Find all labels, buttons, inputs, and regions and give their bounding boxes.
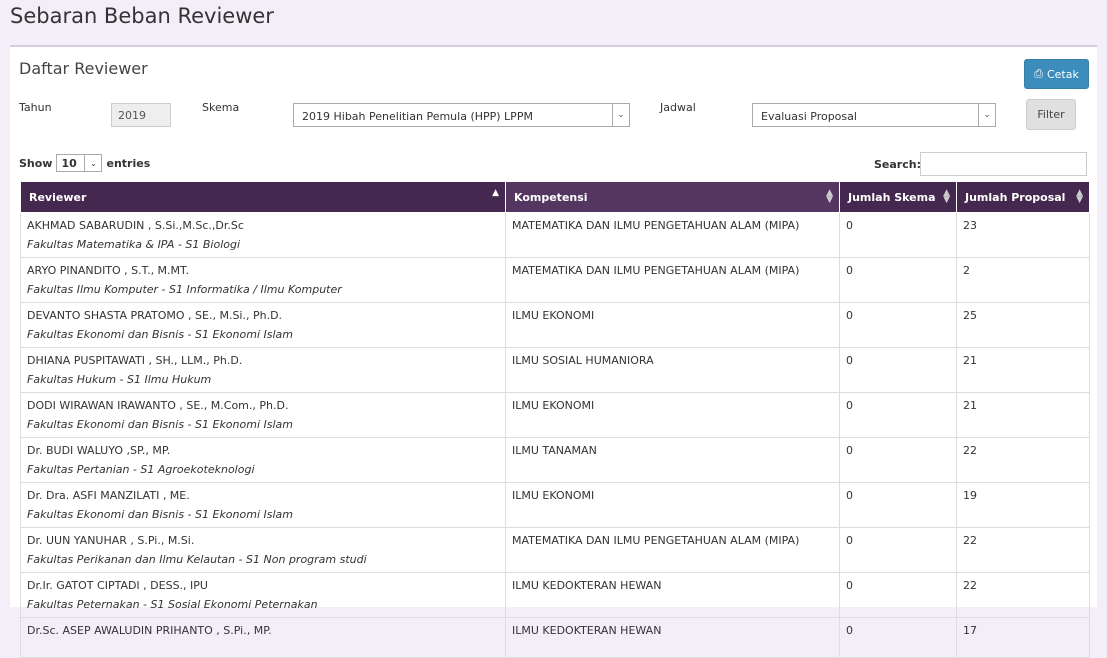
jumlah-skema-cell: 0 [839, 212, 957, 258]
jumlah-proposal-cell: 17 [956, 617, 1090, 658]
kompetensi-cell: ILMU SOSIAL HUMANIORA [505, 347, 840, 393]
reviewer-cell: AKHMAD SABARUDIN , S.Si.,M.Sc.,Dr.Sc Faku… [20, 212, 506, 258]
column-header-jumlah-skema[interactable]: Jumlah Skema ▲ ▼ [839, 181, 957, 213]
kompetensi-cell: ILMU EKONOMI [505, 392, 840, 438]
table-row: AKHMAD SABARUDIN , S.Si.,M.Sc.,Dr.Sc Faku… [20, 212, 1090, 258]
reviewer-faculty: Fakultas Ekonomi dan Bisnis - S1 Ekonomi… [27, 418, 293, 431]
search-label: Search: [874, 158, 921, 171]
sort-asc-icon: ▲ [492, 188, 499, 198]
reviewer-faculty: Fakultas Hukum - S1 Ilmu Hukum [27, 373, 212, 386]
reviewer-cell: Dr.Sc. ASEP AWALUDIN PRIHANTO , S.Pi., M… [20, 617, 506, 658]
jumlah-proposal-cell: 22 [956, 527, 1090, 573]
tahun-label: Tahun [19, 101, 52, 114]
jumlah-proposal-cell: 21 [956, 347, 1090, 393]
jadwal-label: Jadwal [660, 101, 696, 114]
reviewer-panel: Daftar Reviewer ⎙ Cetak Tahun 2019 Skema… [10, 45, 1097, 658]
table-row: Dr. UUN YANUHAR , S.Pi., M.Si. Fakultas P… [20, 527, 1090, 573]
reviewer-name: Dr. UUN YANUHAR , S.Pi., M.Si. [27, 534, 195, 547]
table-row: DODI WIRAWAN IRAWANTO , SE., M.Com., Ph.… [20, 392, 1090, 438]
jumlah-proposal-cell: 2 [956, 257, 1090, 303]
reviewer-name: Dr.Sc. ASEP AWALUDIN PRIHANTO , S.Pi., M… [27, 624, 272, 637]
reviewer-name: Dr.Ir. GATOT CIPTADI , DESS., IPU [27, 579, 208, 592]
reviewer-faculty: Fakultas Ekonomi dan Bisnis - S1 Ekonomi… [27, 328, 293, 341]
skema-label: Skema [202, 101, 240, 114]
kompetensi-cell: ILMU KEDOKTERAN HEWAN [505, 572, 840, 618]
kompetensi-cell: MATEMATIKA DAN ILMU PENGETAHUAN ALAM (MI… [505, 257, 840, 303]
kompetensi-cell: ILMU TANAMAN [505, 437, 840, 483]
jumlah-skema-cell: 0 [839, 437, 957, 483]
table-row: Dr. Dra. ASFI MANZILATI , ME. Fakultas Ek… [20, 482, 1090, 528]
table-row: ARYO PINANDITO , S.T., M.MT. Fakultas Ilm… [20, 257, 1090, 303]
table-row: DHIANA PUSPITAWATI , SH., LLM., Ph.D. Fak… [20, 347, 1090, 393]
reviewer-cell: DEVANTO SHASTA PRATOMO , SE., M.Si., Ph.… [20, 302, 506, 348]
entries-select[interactable]: 10 ⌄ [56, 154, 103, 172]
chevron-down-icon: ⌄ [978, 104, 995, 126]
jumlah-skema-cell: 0 [839, 392, 957, 438]
jumlah-proposal-cell: 25 [956, 302, 1090, 348]
column-header-kompetensi[interactable]: Kompetensi ▲ ▼ [505, 181, 840, 213]
table-row: Dr.Ir. GATOT CIPTADI , DESS., IPU Fakulta… [20, 572, 1090, 618]
kompetensi-cell: MATEMATIKA DAN ILMU PENGETAHUAN ALAM (MI… [505, 212, 840, 258]
reviewer-faculty: Fakultas Perikanan dan Ilmu Kelautan - S… [27, 553, 367, 566]
jumlah-proposal-cell: 21 [956, 392, 1090, 438]
print-button[interactable]: ⎙ Cetak [1024, 59, 1089, 89]
reviewer-name: AKHMAD SABARUDIN , S.Si.,M.Sc.,Dr.Sc [27, 219, 244, 232]
jumlah-proposal-cell: 23 [956, 212, 1090, 258]
skema-select[interactable]: 2019 Hibah Penelitian Pemula (HPP) LPPM … [293, 103, 630, 127]
kompetensi-cell: MATEMATIKA DAN ILMU PENGETAHUAN ALAM (MI… [505, 527, 840, 573]
column-header-jumlah-proposal[interactable]: Jumlah Proposal ▲ ▼ [956, 181, 1090, 213]
column-header-reviewer[interactable]: Reviewer ▲ [20, 181, 506, 213]
reviewer-table: Reviewer ▲ Kompetensi ▲ ▼ Jumlah Skema ▲ ▼ Ju… [20, 181, 1090, 658]
jumlah-skema-cell: 0 [839, 572, 957, 618]
printer-icon: ⎙ [1034, 67, 1043, 80]
kompetensi-cell: ILMU EKONOMI [505, 482, 840, 528]
jadwal-select[interactable]: Evaluasi Proposal ⌄ [752, 103, 996, 127]
reviewer-name: ARYO PINANDITO , S.T., M.MT. [27, 264, 189, 277]
reviewer-faculty: Fakultas Peternakan - S1 Sosial Ekonomi … [27, 598, 318, 611]
kompetensi-cell: ILMU EKONOMI [505, 302, 840, 348]
jumlah-proposal-cell: 19 [956, 482, 1090, 528]
jumlah-proposal-cell: 22 [956, 572, 1090, 618]
search-input[interactable] [920, 152, 1087, 176]
reviewer-cell: Dr. BUDI WALUYO ,SP., MP. Fakultas Pertan… [20, 437, 506, 483]
reviewer-name: DODI WIRAWAN IRAWANTO , SE., M.Com., Ph.… [27, 399, 289, 412]
sort-icon: ▲ ▼ [826, 188, 833, 205]
reviewer-cell: ARYO PINANDITO , S.T., M.MT. Fakultas Ilm… [20, 257, 506, 303]
reviewer-name: Dr. BUDI WALUYO ,SP., MP. [27, 444, 171, 457]
chevron-down-icon: ⌄ [84, 155, 101, 171]
reviewer-faculty: Fakultas Ilmu Komputer - S1 Informatika … [27, 283, 342, 296]
jumlah-skema-cell: 0 [839, 347, 957, 393]
reviewer-name: DHIANA PUSPITAWATI , SH., LLM., Ph.D. [27, 354, 243, 367]
reviewer-name: Dr. Dra. ASFI MANZILATI , ME. [27, 489, 190, 502]
chevron-down-icon: ⌄ [612, 104, 629, 126]
reviewer-cell: DODI WIRAWAN IRAWANTO , SE., M.Com., Ph.… [20, 392, 506, 438]
table-row: DEVANTO SHASTA PRATOMO , SE., M.Si., Ph.… [20, 302, 1090, 348]
reviewer-cell: Dr. Dra. ASFI MANZILATI , ME. Fakultas Ek… [20, 482, 506, 528]
tahun-field[interactable]: 2019 [111, 103, 171, 127]
reviewer-cell: Dr. UUN YANUHAR , S.Pi., M.Si. Fakultas P… [20, 527, 506, 573]
jumlah-skema-cell: 0 [839, 257, 957, 303]
reviewer-cell: Dr.Ir. GATOT CIPTADI , DESS., IPU Fakulta… [20, 572, 506, 618]
panel-title: Daftar Reviewer [19, 59, 148, 78]
reviewer-cell: DHIANA PUSPITAWATI , SH., LLM., Ph.D. Fak… [20, 347, 506, 393]
length-control: Show 10 ⌄ entries [19, 154, 150, 172]
filter-button[interactable]: Filter [1026, 99, 1076, 130]
reviewer-faculty: Fakultas Ekonomi dan Bisnis - S1 Ekonomi… [27, 508, 293, 521]
reviewer-faculty: Fakultas Matematika & IPA - S1 Biologi [27, 238, 241, 251]
sort-icon: ▲ ▼ [943, 188, 950, 205]
table-row: Dr. BUDI WALUYO ,SP., MP. Fakultas Pertan… [20, 437, 1090, 483]
jumlah-skema-cell: 0 [839, 482, 957, 528]
kompetensi-cell: ILMU KEDOKTERAN HEWAN [505, 617, 840, 658]
sort-icon: ▲ ▼ [1076, 188, 1083, 205]
page-title: Sebaran Beban Reviewer [10, 4, 274, 28]
jumlah-skema-cell: 0 [839, 302, 957, 348]
jumlah-skema-cell: 0 [839, 527, 957, 573]
reviewer-name: DEVANTO SHASTA PRATOMO , SE., M.Si., Ph.… [27, 309, 283, 322]
jumlah-skema-cell: 0 [839, 617, 957, 658]
jumlah-proposal-cell: 22 [956, 437, 1090, 483]
reviewer-faculty: Fakultas Pertanian - S1 Agroekoteknologi [27, 463, 255, 476]
table-row: Dr.Sc. ASEP AWALUDIN PRIHANTO , S.Pi., M… [20, 617, 1090, 658]
